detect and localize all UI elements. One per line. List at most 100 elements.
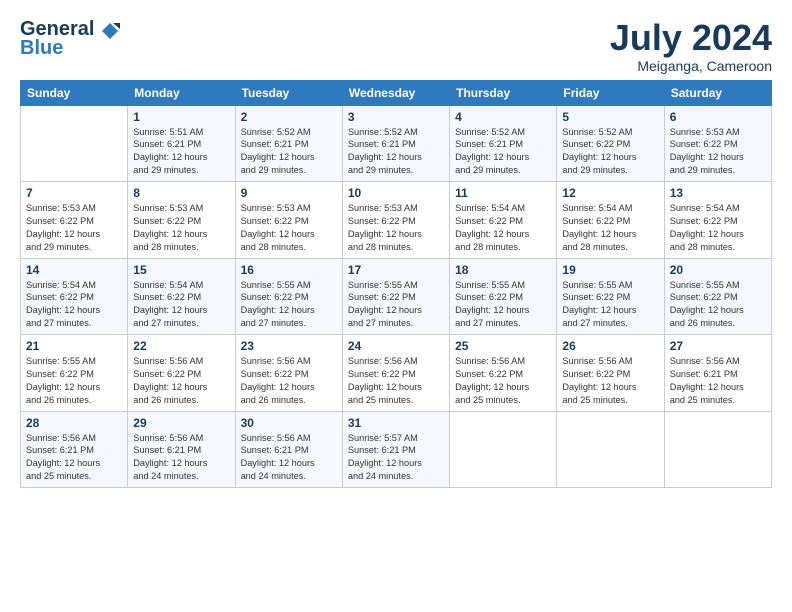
day-cell: 3 Sunrise: 5:52 AM Sunset: 6:21 PM Daylig… [342, 105, 449, 182]
day-cell: 9 Sunrise: 5:53 AM Sunset: 6:22 PM Daylig… [235, 182, 342, 259]
day-cell: 21 Sunrise: 5:55 AM Sunset: 6:22 PM Dayli… [21, 335, 128, 412]
day-info: Sunrise: 5:54 AM Sunset: 6:22 PM Dayligh… [133, 279, 229, 331]
day-number: 27 [670, 339, 766, 353]
day-info: Sunrise: 5:56 AM Sunset: 6:21 PM Dayligh… [670, 355, 766, 407]
day-number: 25 [455, 339, 551, 353]
location: Meiganga, Cameroon [610, 58, 772, 74]
day-number: 31 [348, 416, 444, 430]
weekday-header-saturday: Saturday [664, 80, 771, 105]
day-cell: 25 Sunrise: 5:56 AM Sunset: 6:22 PM Dayli… [450, 335, 557, 412]
day-info: Sunrise: 5:55 AM Sunset: 6:22 PM Dayligh… [241, 279, 337, 331]
weekday-header-wednesday: Wednesday [342, 80, 449, 105]
day-number: 22 [133, 339, 229, 353]
day-number: 16 [241, 263, 337, 277]
day-info: Sunrise: 5:51 AM Sunset: 6:21 PM Dayligh… [133, 126, 229, 178]
day-info: Sunrise: 5:52 AM Sunset: 6:21 PM Dayligh… [348, 126, 444, 178]
day-cell: 28 Sunrise: 5:56 AM Sunset: 6:21 PM Dayli… [21, 411, 128, 488]
day-info: Sunrise: 5:54 AM Sunset: 6:22 PM Dayligh… [26, 279, 122, 331]
week-row-1: 1Sunrise: 5:51 AM Sunset: 6:21 PM Daylig… [21, 105, 772, 182]
day-info: Sunrise: 5:52 AM Sunset: 6:22 PM Dayligh… [562, 126, 658, 178]
day-cell: 22 Sunrise: 5:56 AM Sunset: 6:22 PM Dayli… [128, 335, 235, 412]
week-row-5: 28 Sunrise: 5:56 AM Sunset: 6:21 PM Dayli… [21, 411, 772, 488]
day-info: Sunrise: 5:56 AM Sunset: 6:22 PM Dayligh… [455, 355, 551, 407]
day-number: 21 [26, 339, 122, 353]
day-cell: 5 Sunrise: 5:52 AM Sunset: 6:22 PM Daylig… [557, 105, 664, 182]
day-number: 24 [348, 339, 444, 353]
day-cell: 15Sunrise: 5:54 AM Sunset: 6:22 PM Dayli… [128, 258, 235, 335]
day-cell: 24 Sunrise: 5:56 AM Sunset: 6:22 PM Dayli… [342, 335, 449, 412]
day-info: Sunrise: 5:55 AM Sunset: 6:22 PM Dayligh… [455, 279, 551, 331]
day-info: Sunrise: 5:56 AM Sunset: 6:21 PM Dayligh… [133, 432, 229, 484]
day-cell [557, 411, 664, 488]
weekday-header-monday: Monday [128, 80, 235, 105]
day-info: Sunrise: 5:52 AM Sunset: 6:21 PM Dayligh… [241, 126, 337, 178]
calendar-container: General Blue July 2024 Meiganga, Cameroo… [0, 0, 792, 498]
header: General Blue July 2024 Meiganga, Cameroo… [20, 18, 772, 74]
day-number: 19 [562, 263, 658, 277]
day-info: Sunrise: 5:56 AM Sunset: 6:22 PM Dayligh… [348, 355, 444, 407]
day-number: 8 [133, 186, 229, 200]
day-cell: 29 Sunrise: 5:56 AM Sunset: 6:21 PM Dayli… [128, 411, 235, 488]
weekday-header-friday: Friday [557, 80, 664, 105]
weekday-header-tuesday: Tuesday [235, 80, 342, 105]
day-info: Sunrise: 5:53 AM Sunset: 6:22 PM Dayligh… [670, 126, 766, 178]
day-info: Sunrise: 5:54 AM Sunset: 6:22 PM Dayligh… [562, 202, 658, 254]
day-cell [21, 105, 128, 182]
day-number: 9 [241, 186, 337, 200]
day-cell: 26Sunrise: 5:56 AM Sunset: 6:22 PM Dayli… [557, 335, 664, 412]
day-number: 4 [455, 110, 551, 124]
title-block: July 2024 Meiganga, Cameroon [610, 18, 772, 74]
day-cell: 18Sunrise: 5:55 AM Sunset: 6:22 PM Dayli… [450, 258, 557, 335]
day-cell: 8 Sunrise: 5:53 AM Sunset: 6:22 PM Daylig… [128, 182, 235, 259]
day-cell: 6 Sunrise: 5:53 AM Sunset: 6:22 PM Daylig… [664, 105, 771, 182]
day-cell: 27 Sunrise: 5:56 AM Sunset: 6:21 PM Dayli… [664, 335, 771, 412]
day-cell: 1Sunrise: 5:51 AM Sunset: 6:21 PM Daylig… [128, 105, 235, 182]
day-info: Sunrise: 5:53 AM Sunset: 6:22 PM Dayligh… [26, 202, 122, 254]
day-cell: 31Sunrise: 5:57 AM Sunset: 6:21 PM Dayli… [342, 411, 449, 488]
day-cell: 7 Sunrise: 5:53 AM Sunset: 6:22 PM Daylig… [21, 182, 128, 259]
day-info: Sunrise: 5:56 AM Sunset: 6:21 PM Dayligh… [26, 432, 122, 484]
day-cell [450, 411, 557, 488]
day-info: Sunrise: 5:55 AM Sunset: 6:22 PM Dayligh… [670, 279, 766, 331]
logo-icon [100, 21, 120, 41]
day-info: Sunrise: 5:56 AM Sunset: 6:22 PM Dayligh… [133, 355, 229, 407]
day-number: 3 [348, 110, 444, 124]
day-cell: 13Sunrise: 5:54 AM Sunset: 6:22 PM Dayli… [664, 182, 771, 259]
week-row-4: 21 Sunrise: 5:55 AM Sunset: 6:22 PM Dayli… [21, 335, 772, 412]
day-info: Sunrise: 5:56 AM Sunset: 6:22 PM Dayligh… [241, 355, 337, 407]
day-number: 14 [26, 263, 122, 277]
week-row-3: 14 Sunrise: 5:54 AM Sunset: 6:22 PM Dayli… [21, 258, 772, 335]
day-number: 7 [26, 186, 122, 200]
month-year: July 2024 [610, 18, 772, 58]
day-info: Sunrise: 5:53 AM Sunset: 6:22 PM Dayligh… [133, 202, 229, 254]
day-number: 20 [670, 263, 766, 277]
weekday-header-sunday: Sunday [21, 80, 128, 105]
day-number: 23 [241, 339, 337, 353]
day-cell: 19 Sunrise: 5:55 AM Sunset: 6:22 PM Dayli… [557, 258, 664, 335]
day-number: 11 [455, 186, 551, 200]
day-info: Sunrise: 5:55 AM Sunset: 6:22 PM Dayligh… [26, 355, 122, 407]
week-row-2: 7 Sunrise: 5:53 AM Sunset: 6:22 PM Daylig… [21, 182, 772, 259]
day-cell: 17 Sunrise: 5:55 AM Sunset: 6:22 PM Dayli… [342, 258, 449, 335]
logo: General Blue [20, 18, 120, 60]
day-info: Sunrise: 5:55 AM Sunset: 6:22 PM Dayligh… [348, 279, 444, 331]
day-number: 2 [241, 110, 337, 124]
weekday-header-row: SundayMondayTuesdayWednesdayThursdayFrid… [21, 80, 772, 105]
day-number: 5 [562, 110, 658, 124]
day-number: 26 [562, 339, 658, 353]
day-info: Sunrise: 5:54 AM Sunset: 6:22 PM Dayligh… [670, 202, 766, 254]
day-info: Sunrise: 5:53 AM Sunset: 6:22 PM Dayligh… [241, 202, 337, 254]
day-number: 10 [348, 186, 444, 200]
day-number: 6 [670, 110, 766, 124]
day-number: 29 [133, 416, 229, 430]
day-cell [664, 411, 771, 488]
day-cell: 14 Sunrise: 5:54 AM Sunset: 6:22 PM Dayli… [21, 258, 128, 335]
day-number: 28 [26, 416, 122, 430]
day-number: 17 [348, 263, 444, 277]
day-cell: 12 Sunrise: 5:54 AM Sunset: 6:22 PM Dayli… [557, 182, 664, 259]
day-number: 12 [562, 186, 658, 200]
day-cell: 11Sunrise: 5:54 AM Sunset: 6:22 PM Dayli… [450, 182, 557, 259]
day-cell: 30Sunrise: 5:56 AM Sunset: 6:21 PM Dayli… [235, 411, 342, 488]
day-info: Sunrise: 5:55 AM Sunset: 6:22 PM Dayligh… [562, 279, 658, 331]
logo-blue: Blue [20, 37, 63, 60]
